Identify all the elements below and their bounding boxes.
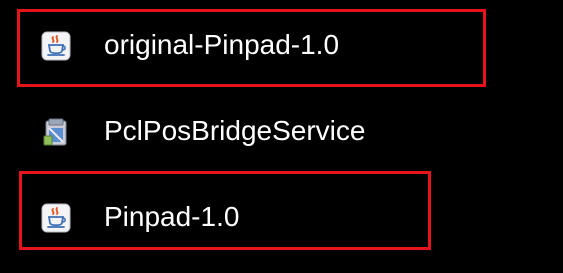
file-name-label: original-Pinpad-1.0 xyxy=(104,29,340,60)
file-item-pinpad[interactable]: Pinpad-1.0 xyxy=(0,188,440,248)
file-item-pclposbridgeservice[interactable]: PclPosBridgeService xyxy=(0,102,480,162)
java-jar-icon xyxy=(40,202,72,234)
installer-package-icon xyxy=(40,116,72,148)
file-item-original-pinpad[interactable]: original-Pinpad-1.0 xyxy=(0,16,480,76)
file-name-label: PclPosBridgeService xyxy=(104,115,366,146)
java-jar-icon xyxy=(40,30,72,62)
file-name-label: Pinpad-1.0 xyxy=(104,201,240,232)
file-list: original-Pinpad-1.0 PclPosBridgeService xyxy=(0,0,563,273)
